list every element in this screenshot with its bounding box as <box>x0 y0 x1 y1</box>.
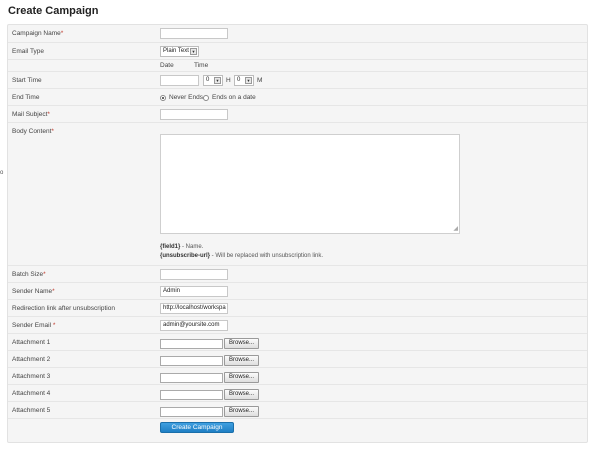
hour-unit-label: H <box>226 77 231 84</box>
date-header: Date <box>160 62 174 69</box>
sender-name-row: Sender Name* Admin <box>8 282 587 299</box>
attachment-label: Attachment 5 <box>12 407 51 414</box>
attachment-label: Attachment 2 <box>12 356 51 363</box>
batch-size-row: Batch Size* <box>8 265 587 282</box>
attachment-row: Attachment 5 Browse... <box>8 401 587 418</box>
batch-size-label: Batch Size* <box>12 271 46 278</box>
sender-email-input[interactable]: admin@yoursite.com <box>160 320 228 331</box>
start-date-input[interactable] <box>160 75 199 86</box>
start-minute-select[interactable]: 0 ▼ <box>234 75 254 86</box>
sender-email-row: Sender Email * admin@yoursite.com <box>8 316 587 333</box>
mail-subject-label: Mail Subject* <box>12 111 50 118</box>
browse-button[interactable]: Browse... <box>224 355 259 366</box>
attachment-file-input[interactable] <box>160 390 223 400</box>
attachment-label: Attachment 3 <box>12 373 51 380</box>
browse-button[interactable]: Browse... <box>224 389 259 400</box>
never-ends-label: Never Ends <box>169 94 203 101</box>
actions-row <box>8 418 587 442</box>
attachment-row: Attachment 1 Browse... <box>8 333 587 350</box>
attachment-row: Attachment 3 Browse... <box>8 367 587 384</box>
time-header: Time <box>194 62 209 69</box>
sender-email-label: Sender Email * <box>12 322 56 329</box>
minute-unit-label: M <box>257 77 263 84</box>
attachment-label: Attachment 4 <box>12 390 51 397</box>
create-campaign-button[interactable]: Create Campaign <box>160 422 234 433</box>
browse-button[interactable]: Browse... <box>224 338 259 349</box>
body-content-textarea[interactable]: ◢ <box>160 134 460 234</box>
redirection-link-row: Redirection link after unsubscription ht… <box>8 299 587 316</box>
end-time-row: End Time Never Ends Ends on a date <box>8 88 587 105</box>
end-time-label: End Time <box>12 94 40 101</box>
campaign-name-input[interactable] <box>160 28 228 39</box>
chevron-down-icon: ▼ <box>214 77 221 84</box>
mail-subject-input[interactable] <box>160 109 228 120</box>
start-minute-value: 0 <box>237 77 241 83</box>
chevron-down-icon: ▼ <box>190 48 197 55</box>
attachment-file-input[interactable] <box>160 373 223 383</box>
email-type-label: Email Type <box>12 48 45 55</box>
attachment-file-input[interactable] <box>160 339 223 349</box>
start-time-label: Start Time <box>12 77 42 84</box>
start-hour-value: 0 <box>206 77 210 83</box>
campaign-form: Campaign Name* Email Type Plain Text ▼ D… <box>7 24 588 443</box>
field1-hint: {field1} - Name. <box>160 244 204 250</box>
chevron-down-icon: ▼ <box>245 77 252 84</box>
start-time-row: Start Time 0 ▼ H 0 ▼ M <box>8 71 587 88</box>
body-content-row: Body Content* ◢ {field1} - Name. {unsubs… <box>8 122 587 265</box>
resize-grip-icon[interactable]: ◢ <box>453 226 458 232</box>
redirection-link-label: Redirection link after unsubscription <box>12 305 115 312</box>
sender-name-input[interactable]: Admin <box>160 286 228 297</box>
email-type-value: Plain Text <box>163 48 189 54</box>
never-ends-radio[interactable] <box>160 95 166 101</box>
date-time-header-row: Date Time <box>8 59 587 71</box>
attachment-file-input[interactable] <box>160 407 223 417</box>
sender-name-label: Sender Name* <box>12 288 55 295</box>
start-hour-select[interactable]: 0 ▼ <box>203 75 223 86</box>
browse-button[interactable]: Browse... <box>224 372 259 383</box>
attachment-file-input[interactable] <box>160 356 223 366</box>
browse-button[interactable]: Browse... <box>224 406 259 417</box>
attachment-label: Attachment 1 <box>12 339 51 346</box>
attachment-row: Attachment 4 Browse... <box>8 384 587 401</box>
page-title: Create Campaign <box>8 5 99 17</box>
email-type-row: Email Type Plain Text ▼ <box>8 42 587 59</box>
ends-on-date-label: Ends on a date <box>212 94 256 101</box>
redirection-link-input[interactable]: http://localhost/workspa <box>160 303 228 314</box>
edge-mark: o <box>0 170 4 176</box>
unsubscribe-hint: {unsubscribe-url} - Will be replaced wit… <box>160 253 324 259</box>
mail-subject-row: Mail Subject* <box>8 105 587 122</box>
campaign-name-row: Campaign Name* <box>8 25 587 42</box>
campaign-name-label: Campaign Name* <box>12 30 64 37</box>
batch-size-input[interactable] <box>160 269 228 280</box>
email-type-select[interactable]: Plain Text ▼ <box>160 46 199 57</box>
ends-on-date-radio[interactable] <box>203 95 209 101</box>
body-content-label: Body Content* <box>12 128 54 135</box>
attachment-row: Attachment 2 Browse... <box>8 350 587 367</box>
